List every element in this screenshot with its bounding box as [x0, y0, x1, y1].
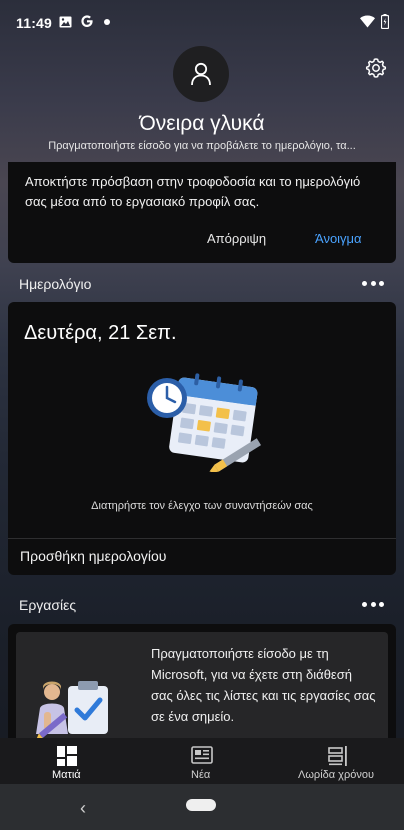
news-icon [191, 746, 213, 769]
google-g-icon [79, 13, 95, 29]
calendar-more-icon[interactable] [362, 278, 384, 288]
gallery-icon [59, 16, 72, 28]
calendar-illustration [141, 372, 271, 474]
system-navigation-bar: ‹ [0, 784, 404, 830]
greeting-title: Όνειρα γλυκά [139, 112, 265, 135]
nav-item-glance[interactable]: Ματιά [40, 738, 94, 784]
calendar-card: Δευτέρα, 21 Σεπ. Διατηρήστε τον έλεγχο τ… [8, 302, 396, 575]
home-pill-button[interactable] [186, 799, 216, 811]
nav-item-timeline[interactable]: Λωρίδα χρόνου [292, 738, 388, 784]
status-time: 11:49 [16, 15, 53, 31]
notification-dot-icon [104, 19, 110, 25]
status-bar: 11:49 [0, 0, 404, 46]
back-chevron-icon[interactable]: ‹ [80, 798, 86, 819]
open-button[interactable]: Άνοιγμα [315, 231, 362, 246]
calendar-date: Δευτέρα, 21 Σεπ. [24, 322, 177, 344]
nav-label-timeline: Λωρίδα χρόνου [298, 769, 374, 781]
avatar[interactable] [173, 46, 229, 102]
tasks-card: Πραγματοποιήστε είσοδο με τη Microsoft, … [8, 624, 396, 754]
glance-icon [57, 746, 77, 771]
bottom-navigation: Ματιά Νέα Λωρίδα χρόνου [0, 738, 404, 784]
nav-label-glance: Ματιά [52, 769, 81, 781]
tasks-signin-text: Πραγματοποιήστε είσοδο με τη Microsoft, … [151, 646, 376, 724]
battery-icon [381, 14, 389, 29]
nav-item-news[interactable]: Νέα [176, 738, 226, 784]
person-icon [191, 62, 211, 86]
wifi-icon [360, 15, 375, 28]
tasks-section-title: Εργασίες [19, 597, 77, 613]
timeline-icon [328, 746, 348, 771]
tasks-more-icon[interactable] [362, 599, 384, 609]
settings-gear-icon[interactable] [364, 56, 388, 80]
notice-text: Αποκτήστε πρόσβαση στην τροφοδοσία και τ… [25, 174, 361, 209]
divider [8, 538, 396, 539]
nav-label-news: Νέα [191, 769, 211, 781]
work-profile-notice-card: Αποκτήστε πρόσβαση στην τροφοδοσία και τ… [8, 162, 396, 263]
signin-subtitle[interactable]: Πραγματοποιήστε είσοδο για να προβάλετε … [0, 140, 404, 152]
add-calendar-button[interactable]: Προσθήκη ημερολογίου [20, 548, 166, 564]
calendar-section-title: Ημερολόγιο [19, 276, 92, 292]
calendar-description: Διατηρήστε τον έλεγχο των συναντήσεών σα… [91, 500, 313, 512]
dismiss-button[interactable]: Απόρριψη [207, 231, 266, 246]
